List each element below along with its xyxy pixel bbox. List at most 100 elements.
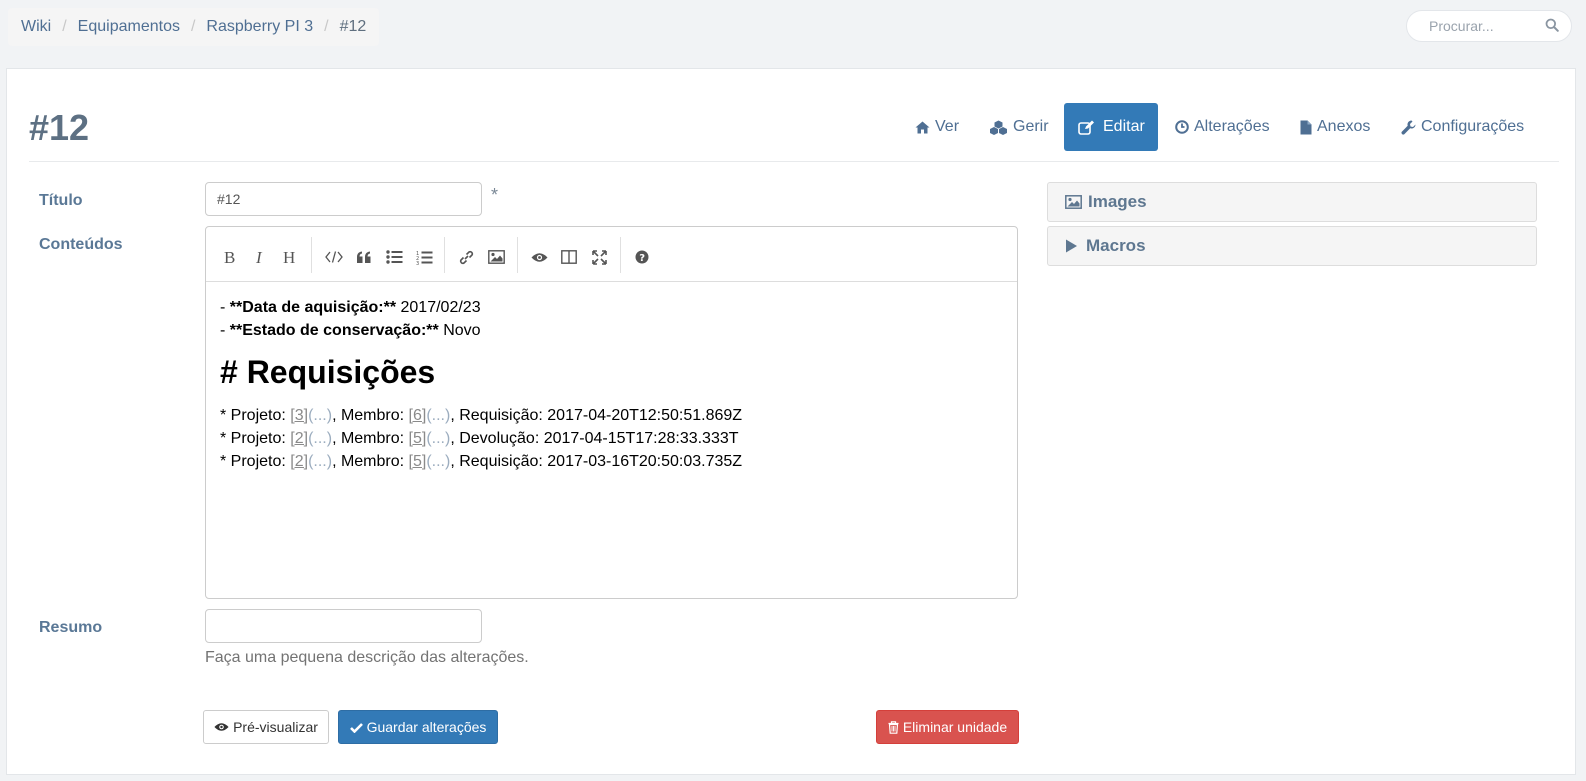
row-ref: [3] xyxy=(290,407,309,424)
content-row: * Projeto: [3](...), Membro: [6](...), R… xyxy=(220,404,1003,427)
action-configuracoes[interactable]: Configurações xyxy=(1393,103,1532,151)
svg-text:3: 3 xyxy=(416,261,419,265)
action-gerir[interactable]: Gerir xyxy=(981,103,1057,151)
row-label: , Membro: xyxy=(332,407,409,424)
edit-icon xyxy=(1078,120,1094,135)
svg-text:H: H xyxy=(283,249,295,265)
required-mark: * xyxy=(491,185,499,205)
svg-text:B: B xyxy=(224,249,235,265)
action-label: Anexos xyxy=(1317,118,1371,135)
images-accordion[interactable]: Images xyxy=(1047,182,1537,222)
content-heading: # Requisições xyxy=(220,354,436,390)
image-icon[interactable] xyxy=(483,244,509,270)
image-icon xyxy=(1065,195,1082,209)
code-icon[interactable] xyxy=(321,244,347,270)
action-anexos[interactable]: Anexos xyxy=(1292,103,1378,151)
home-icon xyxy=(915,121,930,133)
bold-icon[interactable]: B xyxy=(217,244,243,270)
title-input[interactable]: #12 xyxy=(205,182,482,216)
delete-button[interactable]: Eliminar unidade xyxy=(876,710,1019,744)
row-ref: [6] xyxy=(408,407,427,424)
breadcrumb-separator: / xyxy=(190,18,196,35)
breadcrumb: Wiki / Equipamentos / Raspberry PI 3 / #… xyxy=(8,8,380,46)
content-row: * Projeto: [2](...), Membro: [5](...), D… xyxy=(220,427,1003,450)
wrench-icon xyxy=(1401,119,1416,135)
summary-label: Resumo xyxy=(39,619,103,636)
breadcrumb-item-raspberry[interactable]: Raspberry PI 3 xyxy=(206,18,313,36)
row-dots: (...) xyxy=(426,430,451,447)
editor-toolbar: B I H 123 ? xyxy=(206,227,1017,282)
row-dots: (...) xyxy=(308,407,333,424)
row-label: * Projeto: xyxy=(220,453,291,470)
search-input[interactable] xyxy=(1427,17,1537,35)
fullscreen-icon[interactable] xyxy=(586,244,612,270)
breadcrumb-item-current: #12 xyxy=(339,18,367,35)
action-editar[interactable]: Editar xyxy=(1064,103,1158,151)
action-label: Gerir xyxy=(1013,118,1049,135)
content-label: Conteúdos xyxy=(39,236,123,253)
breadcrumb-separator: / xyxy=(324,18,329,35)
row-dots: (...) xyxy=(426,453,451,470)
images-label: Images xyxy=(1088,192,1147,211)
row-label: , Membro: xyxy=(332,430,409,447)
row-ref: [2] xyxy=(290,430,309,447)
row-rest: , Devolução: 2017-04-15T17:28:33.333T xyxy=(450,430,739,447)
svg-text:?: ? xyxy=(639,253,645,264)
quote-icon[interactable] xyxy=(351,244,377,270)
editor-content[interactable]: - **Data de aquisição:** 2017/02/23 - **… xyxy=(206,282,1017,473)
eye-icon[interactable] xyxy=(526,244,552,270)
svg-text:I: I xyxy=(255,249,263,265)
line-value: 2017/02/23 xyxy=(396,299,481,316)
action-alteracoes[interactable]: Alterações xyxy=(1167,103,1278,151)
link-icon[interactable] xyxy=(453,244,479,270)
row-label: , Membro: xyxy=(332,453,409,470)
summary-input[interactable] xyxy=(205,609,482,643)
action-label: Alterações xyxy=(1194,118,1270,135)
toolbar-separator xyxy=(517,237,518,273)
line-prefix: - xyxy=(220,322,230,339)
breadcrumb-item-equipamentos[interactable]: Equipamentos xyxy=(78,18,180,36)
row-label: * Projeto: xyxy=(220,430,291,447)
search-icon[interactable] xyxy=(1545,18,1561,34)
row-label: * Projeto: xyxy=(220,407,291,424)
breadcrumb-separator: / xyxy=(62,18,67,35)
row-ref: [5] xyxy=(408,453,427,470)
page-title: #12 xyxy=(29,107,90,148)
search-box xyxy=(1406,10,1572,42)
heading-icon[interactable]: H xyxy=(277,244,303,270)
toolbar-separator xyxy=(311,237,312,273)
content-line: - **Estado de conservação:** Novo xyxy=(220,319,1003,342)
header-divider xyxy=(29,161,1559,162)
row-dots: (...) xyxy=(308,430,333,447)
markdown-editor: B I H 123 ? - **Data de aquisição:** 201… xyxy=(205,226,1018,599)
macros-accordion[interactable]: Macros xyxy=(1047,226,1537,266)
toolbar-separator xyxy=(620,237,621,273)
content-row: * Projeto: [2](...), Membro: [5](...), R… xyxy=(220,450,1003,473)
row-dots: (...) xyxy=(426,407,451,424)
row-rest: , Requisição: 2017-03-16T20:50:03.735Z xyxy=(450,453,743,470)
play-icon xyxy=(1066,239,1077,253)
cubes-icon xyxy=(990,120,1007,135)
row-dots: (...) xyxy=(308,453,333,470)
row-ref: [2] xyxy=(290,453,309,470)
summary-help-text: Faça uma pequena descrição das alteraçõe… xyxy=(205,649,529,666)
italic-icon[interactable]: I xyxy=(247,244,273,270)
columns-icon[interactable] xyxy=(556,244,582,270)
help-icon[interactable]: ? xyxy=(629,244,655,270)
check-icon xyxy=(349,722,363,733)
clock-icon xyxy=(1175,120,1189,134)
ordered-list-icon[interactable]: 123 xyxy=(411,244,437,270)
save-button[interactable]: Guardar alterações xyxy=(338,710,498,744)
line-bold: **Data de aquisição:** xyxy=(229,299,397,316)
breadcrumb-item-wiki[interactable]: Wiki xyxy=(21,18,51,36)
save-label: Guardar alterações xyxy=(366,719,487,735)
preview-label: Pré-visualizar xyxy=(233,719,318,735)
line-value: Novo xyxy=(438,322,481,339)
row-rest: , Requisição: 2017-04-20T12:50:51.869Z xyxy=(450,407,743,424)
line-prefix: - xyxy=(220,299,230,316)
eye-icon xyxy=(214,723,229,731)
action-ver[interactable]: Ver xyxy=(907,103,967,151)
content-line: - **Data de aquisição:** 2017/02/23 xyxy=(220,296,1003,319)
preview-button[interactable]: Pré-visualizar xyxy=(203,710,329,744)
unordered-list-icon[interactable] xyxy=(381,244,407,270)
